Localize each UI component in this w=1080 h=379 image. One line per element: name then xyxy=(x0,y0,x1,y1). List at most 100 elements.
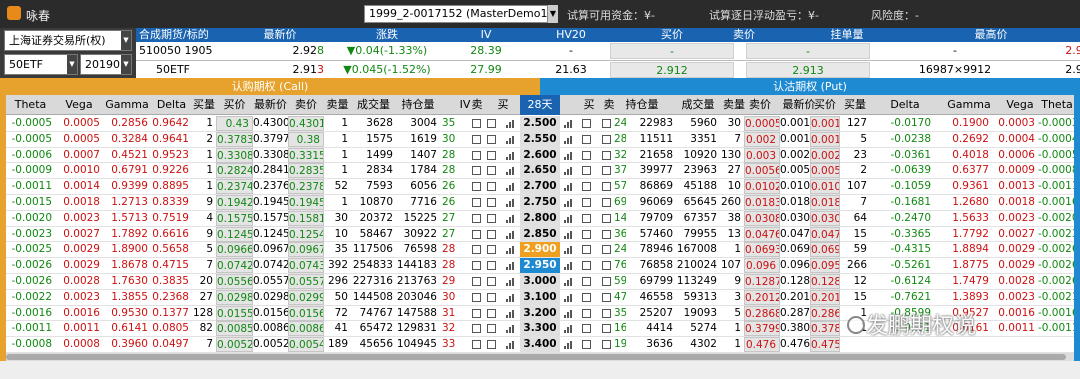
put-sell-checkbox[interactable] xyxy=(602,308,611,318)
strike-price[interactable]: 2.900 xyxy=(520,242,560,258)
call-sell-checkbox[interactable] xyxy=(472,245,481,255)
call-col-header[interactable]: 买价 xyxy=(216,95,253,115)
call-sell-checkbox[interactable] xyxy=(472,134,481,144)
put-chart-icon[interactable] xyxy=(564,119,573,128)
call-col-header[interactable]: 买 xyxy=(496,95,510,115)
put-chart-icon[interactable] xyxy=(564,324,573,334)
strike-price[interactable]: 3.200 xyxy=(520,305,560,321)
put-chart-icon[interactable] xyxy=(564,293,573,302)
call-chart-icon[interactable] xyxy=(506,245,515,255)
strike-price[interactable]: 2.950 xyxy=(520,258,560,274)
call-buy-checkbox[interactable] xyxy=(487,324,496,334)
call-sell-checkbox[interactable] xyxy=(472,261,481,271)
call-buy-checkbox[interactable] xyxy=(487,166,496,176)
call-col-header[interactable]: 卖价 xyxy=(288,95,324,115)
call-chart-icon[interactable] xyxy=(506,230,515,239)
chevron-down-icon[interactable]: ▼ xyxy=(548,5,558,23)
call-col-header[interactable]: 成交量 xyxy=(351,95,396,115)
exchange-select[interactable]: 上海证券交易所(权) ▼ xyxy=(4,30,132,51)
table-row[interactable]: -0.0023 0.0027 1.7892 0.6616 9 0.1245 0.1245 0.… xyxy=(6,226,1074,243)
table-row[interactable]: -0.0006 0.0007 0.4521 0.9523 1 0.3308 0.3308 0.… xyxy=(6,147,1074,164)
put-col-header[interactable]: 卖价 xyxy=(742,95,778,115)
call-col-header[interactable]: 最新价 xyxy=(253,95,288,115)
call-buy-checkbox[interactable] xyxy=(487,213,496,223)
call-col-header[interactable]: 持仓量 xyxy=(396,95,440,115)
strike-price[interactable]: 3.400 xyxy=(520,337,560,353)
put-col-header[interactable]: 成交量 xyxy=(676,95,720,115)
put-col-header[interactable]: Delta xyxy=(874,95,936,115)
put-sell-checkbox[interactable] xyxy=(602,245,611,255)
call-buy-checkbox[interactable] xyxy=(487,308,496,318)
put-sell-checkbox[interactable] xyxy=(602,229,611,239)
strike-col-header[interactable]: 28天 xyxy=(520,95,560,115)
put-sell-checkbox[interactable] xyxy=(602,324,611,334)
call-col-header[interactable]: Vega xyxy=(55,95,103,115)
table-row[interactable]: -0.0025 0.0029 1.8900 0.5658 5 0.0966 0.0967 0.… xyxy=(6,242,1074,259)
call-col-header[interactable]: Gamma xyxy=(103,95,151,115)
underlying-row[interactable]: 50ETF 2.913 ▼0.045(-1.52%) 27.99 21.63 2.912 2… xyxy=(136,60,1080,78)
put-buy-checkbox[interactable] xyxy=(582,245,591,255)
call-chart-icon[interactable] xyxy=(506,151,515,160)
call-chart-icon[interactable] xyxy=(506,293,515,302)
put-chart-icon[interactable] xyxy=(564,214,573,223)
put-sell-checkbox[interactable] xyxy=(602,166,611,176)
put-chart-icon[interactable] xyxy=(564,182,573,192)
scrollbar-thumb[interactable] xyxy=(6,354,1066,360)
put-sell-checkbox[interactable] xyxy=(602,119,611,128)
put-sell-checkbox[interactable] xyxy=(602,182,611,192)
table-row[interactable]: -0.0026 0.0029 1.8678 0.4715 7 0.0742 0.0742 0.… xyxy=(6,258,1074,274)
strike-price[interactable]: 3.300 xyxy=(520,321,560,337)
put-buy-checkbox[interactable] xyxy=(582,119,591,128)
put-buy-checkbox[interactable] xyxy=(582,182,591,192)
call-buy-checkbox[interactable] xyxy=(487,182,496,192)
table-row[interactable]: -0.0015 0.0018 1.2713 0.8339 9 0.1942 0.1945 0.… xyxy=(6,195,1074,211)
put-sell-checkbox[interactable] xyxy=(602,292,611,302)
chevron-down-icon[interactable]: ▼ xyxy=(121,31,131,50)
strike-price[interactable]: 2.600 xyxy=(520,147,560,163)
call-col-header[interactable]: Theta xyxy=(6,95,55,115)
put-chart-icon[interactable] xyxy=(564,261,573,271)
put-sell-checkbox[interactable] xyxy=(602,198,611,207)
put-buy-checkbox[interactable] xyxy=(582,213,591,223)
call-sell-checkbox[interactable] xyxy=(472,119,481,128)
call-chart-icon[interactable] xyxy=(506,277,515,286)
call-col-header[interactable]: Delta xyxy=(151,95,192,115)
call-buy-checkbox[interactable] xyxy=(487,229,496,239)
call-chart-icon[interactable] xyxy=(506,198,515,207)
call-col-header[interactable]: 卖 xyxy=(470,95,484,115)
underlying-select[interactable]: 50ETF ▼ xyxy=(4,54,78,75)
call-sell-checkbox[interactable] xyxy=(472,324,481,334)
put-buy-checkbox[interactable] xyxy=(582,277,591,286)
call-sell-checkbox[interactable] xyxy=(472,213,481,223)
strike-price[interactable]: 2.800 xyxy=(520,210,560,226)
strike-price[interactable]: 2.850 xyxy=(520,226,560,242)
call-buy-checkbox[interactable] xyxy=(487,198,496,207)
table-row[interactable]: -0.0011 0.0014 0.9399 0.8895 1 0.2374 0.2376 0.… xyxy=(6,179,1074,195)
call-chart-icon[interactable] xyxy=(506,135,515,144)
call-chart-icon[interactable] xyxy=(506,340,515,350)
put-col-header[interactable]: 买 xyxy=(580,95,598,115)
put-buy-checkbox[interactable] xyxy=(582,166,591,176)
put-sell-checkbox[interactable] xyxy=(602,213,611,223)
call-sell-checkbox[interactable] xyxy=(472,198,481,207)
strike-price[interactable]: 2.750 xyxy=(520,195,560,210)
strike-price[interactable]: 2.650 xyxy=(520,163,560,179)
call-buy-checkbox[interactable] xyxy=(487,150,496,160)
call-sell-checkbox[interactable] xyxy=(472,340,481,350)
call-sell-checkbox[interactable] xyxy=(472,277,481,286)
table-row[interactable]: -0.0009 0.0010 0.6791 0.9226 1 0.2824 0.2841 0.… xyxy=(6,163,1074,180)
put-buy-checkbox[interactable] xyxy=(582,324,591,334)
put-chart-icon[interactable] xyxy=(564,245,573,255)
strike-price[interactable]: 2.500 xyxy=(520,116,560,131)
put-col-header[interactable]: Gamma xyxy=(940,95,998,115)
put-chart-icon[interactable] xyxy=(564,151,573,160)
call-buy-checkbox[interactable] xyxy=(487,277,496,286)
put-buy-checkbox[interactable] xyxy=(582,229,591,239)
call-buy-checkbox[interactable] xyxy=(487,134,496,144)
put-chart-icon[interactable] xyxy=(564,340,573,350)
call-buy-checkbox[interactable] xyxy=(487,119,496,128)
chevron-down-icon[interactable]: ▼ xyxy=(121,55,131,74)
put-col-header[interactable]: 买量 xyxy=(840,95,870,115)
account-select[interactable]: 1999_2-0017152 (MasterDemo1) (期/权) xyxy=(364,5,548,23)
underlying-row[interactable]: 510050 1905 2.928 ▼0.04(-1.33%) 28.39- - - -2.… xyxy=(136,42,1080,60)
